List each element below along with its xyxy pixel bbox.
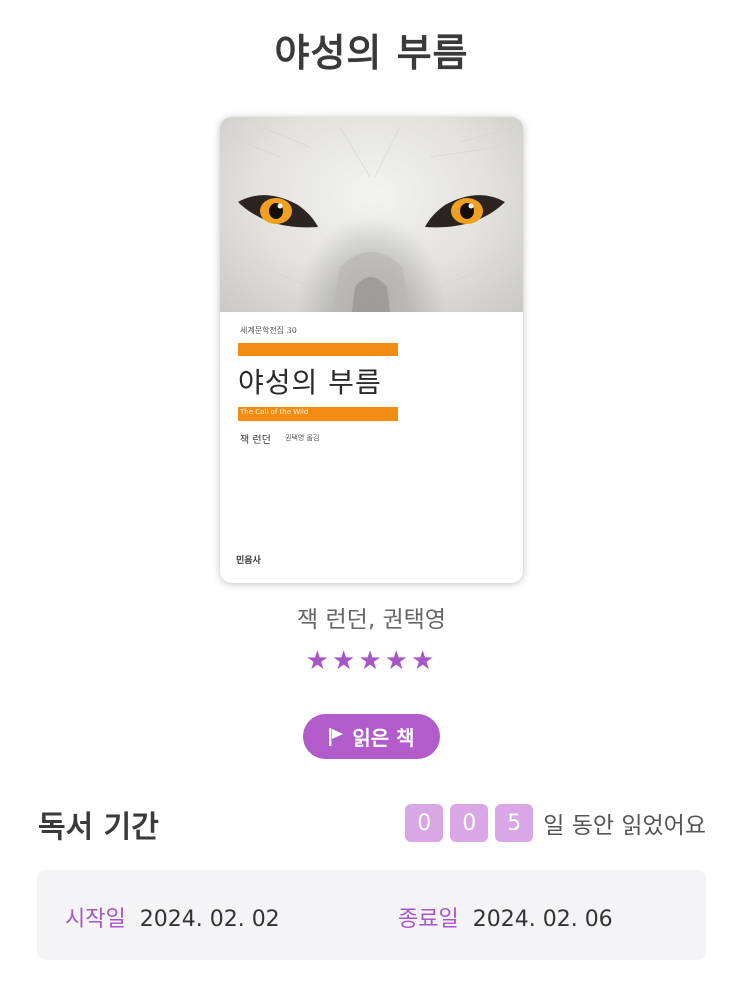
end-date-label: 종료일 [398,907,459,932]
day-digit: 5 [495,804,534,842]
cover-author: 잭 런던 [240,435,271,446]
cover-orange-bar [238,343,398,356]
flag-icon [329,727,344,746]
day-digit: 0 [450,804,489,842]
reading-days-counter: 0 0 5 일 동안 읽었어요 [405,804,706,842]
days-suffix-text: 일 동안 읽었어요 [543,813,706,839]
end-date-value: 2024. 02. 06 [472,907,613,932]
reading-period-box[interactable]: 시작일 2024. 02. 02 종료일 2024. 02. 06 [37,870,706,960]
reading-period-title: 독서 기간 [38,810,159,845]
cover-series-label: 세계문학전집 30 [240,326,297,335]
status-label: 읽은 책 [352,726,415,750]
book-authors: 잭 런던, 권택영 [297,607,446,633]
page-title: 야성의 부름 [274,31,469,75]
day-digit: 0 [405,804,444,842]
rating-stars[interactable]: ★★★★★ [0,646,743,676]
start-date-value: 2024. 02. 02 [139,907,280,932]
start-date-item[interactable]: 시작일 2024. 02. 02 [65,901,280,933]
cover-publisher: 민음사 [236,556,261,566]
start-date-label: 시작일 [65,907,126,932]
cover-subtitle: The Call of the Wild [240,408,309,416]
cover-title: 야성의 부름 [238,366,382,399]
end-date-item[interactable]: 종료일 2024. 02. 06 [398,901,613,933]
wolf-photo [220,117,523,312]
cover-translator: 권택영 옮김 [285,434,320,442]
book-cover-image[interactable]: 세계문학전집 30 야성의 부름 The Call of the Wild 잭 … [220,117,523,583]
reading-status-badge[interactable]: 읽은 책 [303,714,440,759]
wolf-eyes-illustration [229,121,516,312]
